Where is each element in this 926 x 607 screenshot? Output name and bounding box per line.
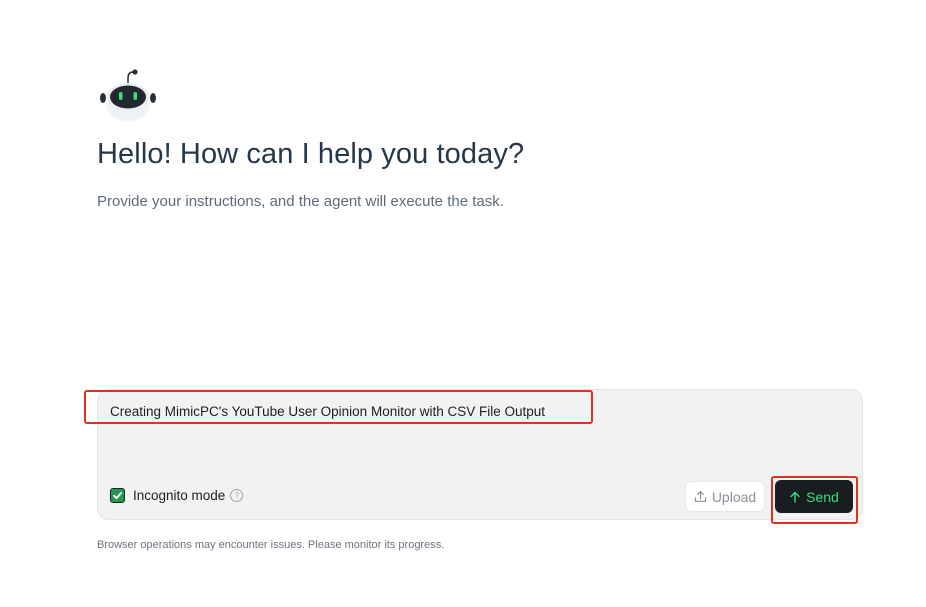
send-label: Send [806, 488, 839, 505]
send-button[interactable]: Send [775, 480, 853, 513]
question-circle-icon[interactable]: ? [230, 489, 244, 502]
upload-label: Upload [711, 488, 757, 505]
upload-icon [694, 491, 706, 502]
prompt-input[interactable]: Creating MimicPC's YouTube User Opinion … [110, 404, 545, 419]
robot-avatar-icon [97, 68, 157, 124]
prompt-composer[interactable]: Creating MimicPC's YouTube User Opinion … [97, 389, 863, 520]
arrow-up-icon [790, 491, 800, 503]
incognito-toggle[interactable]: Incognito mode ? [110, 488, 244, 503]
footer-note: Browser operations may encounter issues.… [97, 539, 445, 551]
page-subtitle: Provide your instructions, and the agent… [97, 193, 504, 210]
upload-button[interactable]: Upload [685, 481, 765, 512]
check-icon [113, 492, 122, 500]
incognito-label: Incognito mode [133, 488, 226, 503]
incognito-checkbox[interactable] [110, 488, 125, 503]
page-title: Hello! How can I help you today? [97, 138, 525, 170]
